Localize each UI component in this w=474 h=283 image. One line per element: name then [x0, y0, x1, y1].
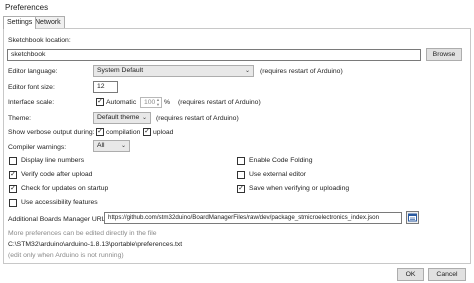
compiler-warnings-select[interactable]: All ⌄ — [93, 140, 130, 152]
accessibility-label: Use accessibility features — [21, 199, 98, 206]
theme-value: Default theme — [97, 114, 140, 121]
compiler-warnings-label: Compiler warnings: — [8, 144, 67, 151]
save-when-verifying-label: Save when verifying or uploading — [249, 185, 350, 192]
edit-note: (edit only when Arduino is not running) — [8, 252, 124, 259]
interface-scale-note: (requires restart of Arduino) — [178, 99, 261, 106]
automatic-label: Automatic — [106, 99, 137, 106]
interface-scale-unit: % — [164, 99, 171, 106]
verify-code-checkbox[interactable]: ✓ — [9, 171, 17, 179]
boards-manager-urls-input[interactable]: https://github.com/stm32duino/BoardManag… — [104, 212, 402, 224]
check-updates-label: Check for updates on startup — [21, 185, 109, 192]
display-line-numbers-checkbox[interactable] — [9, 157, 17, 165]
browse-button[interactable]: Browse — [426, 48, 462, 61]
ok-button[interactable]: OK — [397, 268, 424, 281]
external-editor-checkbox[interactable] — [237, 171, 245, 179]
theme-select[interactable]: Default theme ⌄ — [93, 112, 151, 124]
interface-scale-value: 100 — [144, 99, 156, 106]
chevron-down-icon: ⌄ — [244, 68, 250, 74]
boards-manager-label: Additional Boards Manager URLs: — [8, 216, 111, 223]
editor-language-select[interactable]: System Default ⌄ — [93, 65, 254, 77]
theme-note: (requires restart of Arduino) — [156, 115, 239, 122]
display-line-numbers-label: Display line numbers — [21, 157, 85, 164]
check-updates-checkbox[interactable]: ✓ — [9, 185, 17, 193]
save-when-verifying-checkbox[interactable]: ✓ — [237, 185, 245, 193]
interface-scale-spinner[interactable]: 100 ▲ ▼ — [140, 97, 162, 108]
upload-checkbox[interactable]: ✓ — [143, 128, 151, 136]
verify-code-label: Verify code after upload — [21, 171, 93, 178]
interface-scale-label: Interface scale: — [8, 99, 55, 106]
tab-settings[interactable]: Settings — [3, 16, 37, 29]
code-folding-checkbox[interactable] — [237, 157, 245, 165]
boards-manager-edit-button[interactable] — [406, 211, 419, 224]
spinner-arrows-icon: ▲ ▼ — [156, 97, 160, 107]
verbose-label: Show verbose output during: — [8, 129, 95, 136]
external-editor-label: Use external editor — [249, 171, 307, 178]
editor-font-size-input[interactable]: 12 — [93, 81, 118, 93]
cancel-button[interactable]: Cancel — [428, 268, 466, 281]
upload-label: upload — [153, 129, 174, 136]
open-list-icon — [408, 213, 417, 222]
chevron-down-icon: ⌄ — [120, 143, 126, 149]
editor-font-size-label: Editor font size: — [8, 84, 55, 91]
more-preferences-text: More preferences can be edited directly … — [8, 230, 157, 237]
sketchbook-input[interactable]: sketchbook — [7, 49, 421, 61]
compiler-warnings-value: All — [97, 142, 105, 149]
theme-label: Theme: — [8, 115, 32, 122]
sketchbook-label: Sketchbook location: — [8, 37, 71, 44]
automatic-checkbox[interactable]: ✓ — [96, 98, 104, 106]
chevron-down-icon: ⌄ — [141, 115, 147, 121]
accessibility-checkbox[interactable] — [9, 199, 17, 207]
code-folding-label: Enable Code Folding — [249, 157, 313, 164]
preferences-path: C:\STM32\arduino\arduino-1.8.13\portable… — [8, 241, 183, 248]
compilation-label: compilation — [106, 129, 141, 136]
compilation-checkbox[interactable]: ✓ — [96, 128, 104, 136]
window-title: Preferences — [5, 3, 49, 12]
editor-language-value: System Default — [97, 67, 144, 74]
editor-language-label: Editor language: — [8, 68, 58, 75]
editor-language-note: (requires restart of Arduino) — [260, 68, 343, 75]
